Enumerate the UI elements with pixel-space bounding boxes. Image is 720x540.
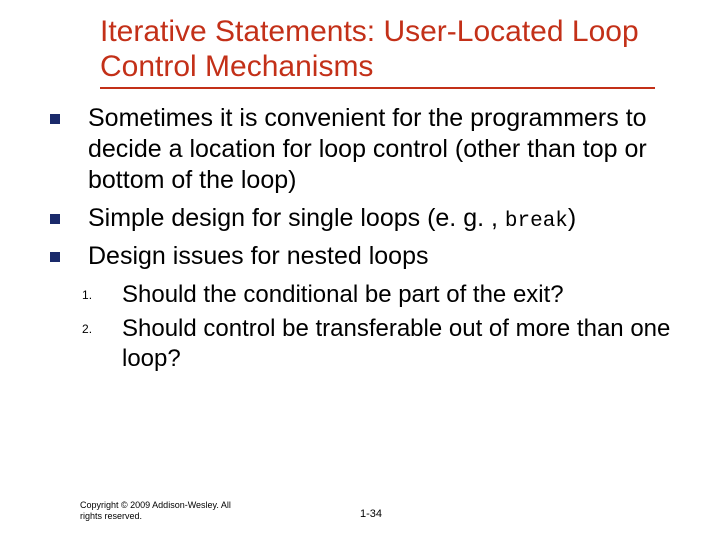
numbered-item: Should the conditional be part of the ex… [82, 280, 676, 310]
copyright-footer: Copyright © 2009 Addison-Wesley. All rig… [80, 500, 240, 522]
bullet-list: Sometimes it is convenient for the progr… [28, 103, 692, 272]
numbered-list: Should the conditional be part of the ex… [28, 280, 692, 374]
bullet-item: Sometimes it is convenient for the progr… [28, 103, 682, 197]
slide-title: Iterative Statements: User-Located Loop … [100, 14, 655, 89]
page-number: 1-34 [360, 508, 382, 520]
bullet-item: Simple design for single loops (e. g. , … [28, 203, 682, 235]
bullet-text-post: ) [568, 204, 576, 232]
code-token: break [505, 210, 568, 233]
bullet-item: Design issues for nested loops [28, 241, 682, 272]
slide: Iterative Statements: User-Located Loop … [0, 0, 720, 540]
bullet-text-pre: Simple design for single loops (e. g. , [88, 204, 505, 232]
numbered-item: Should control be transferable out of mo… [82, 314, 676, 374]
